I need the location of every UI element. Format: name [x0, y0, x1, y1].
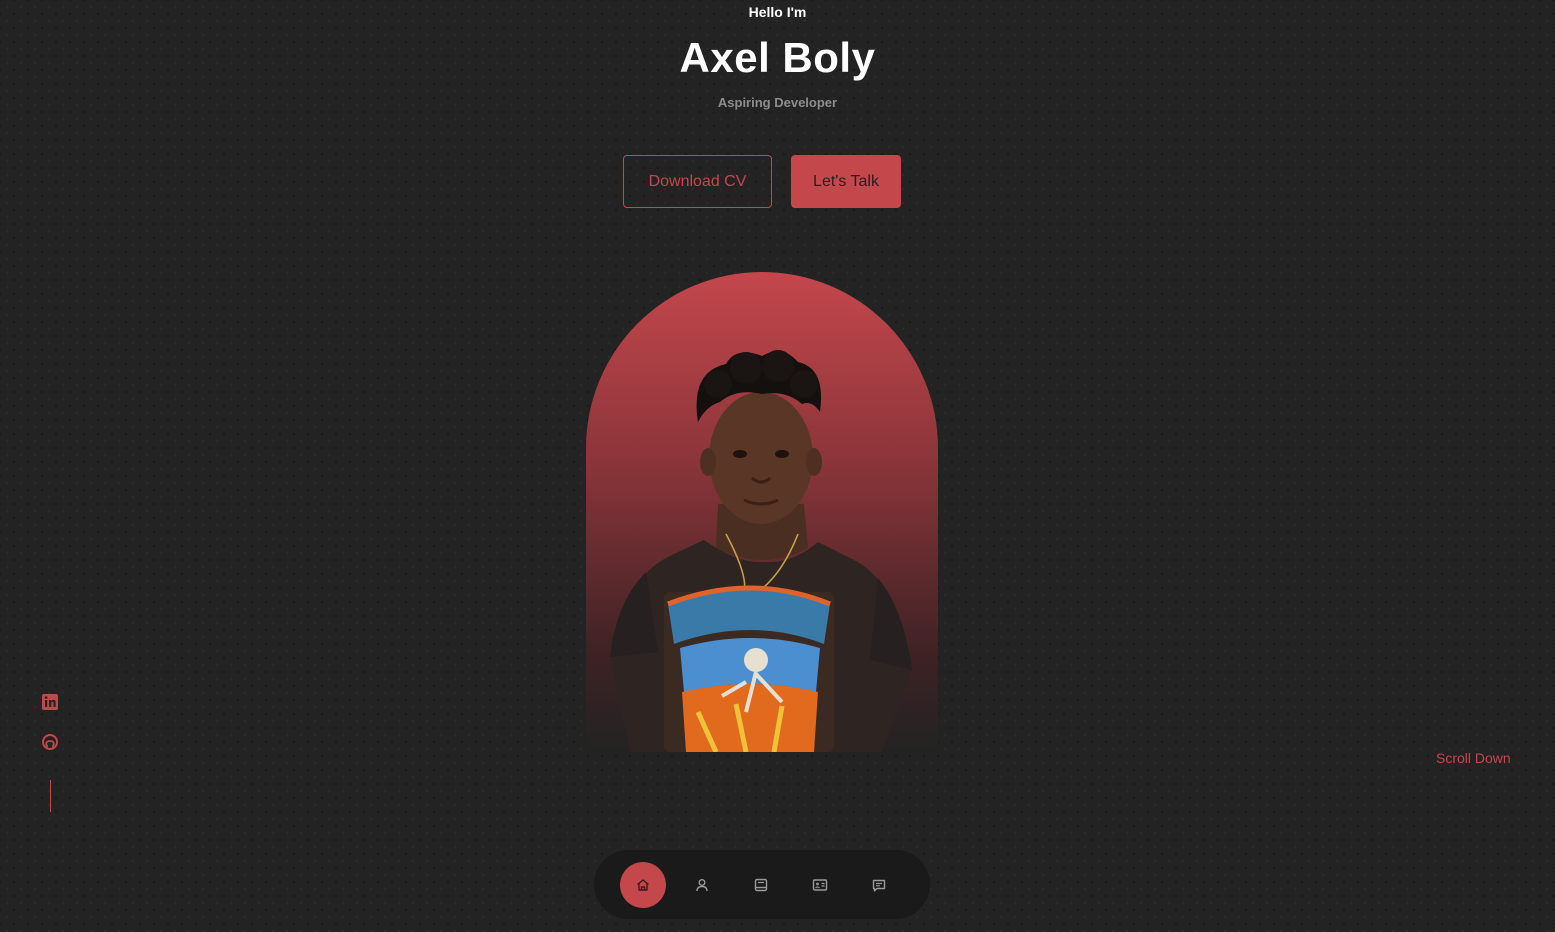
nav-experience[interactable] [738, 862, 784, 908]
profile-photo [610, 350, 912, 752]
profile-photo-frame [586, 272, 938, 752]
message-icon [872, 879, 886, 891]
social-divider [49, 780, 51, 812]
nav-contact[interactable] [856, 862, 902, 908]
role-subtitle: Aspiring Developer [717, 95, 838, 110]
social-links [40, 692, 60, 812]
nav-home[interactable] [620, 861, 666, 908]
user-icon [696, 878, 708, 891]
linkedin-icon[interactable] [40, 692, 60, 712]
lets-talk-button[interactable]: Let's Talk [791, 155, 901, 208]
page-title: Axel Boly [679, 34, 876, 81]
home-icon [637, 878, 649, 891]
github-icon[interactable] [40, 732, 60, 752]
bottom-nav [594, 850, 930, 919]
greeting-text: Hello I'm [748, 4, 807, 20]
nav-about[interactable] [679, 862, 725, 908]
nav-portfolio[interactable] [797, 862, 843, 908]
download-cv-button[interactable]: Download CV [623, 155, 772, 208]
book-icon [754, 878, 768, 891]
id-card-icon [812, 878, 828, 891]
scroll-down-link[interactable]: Scroll Down [1436, 750, 1511, 766]
